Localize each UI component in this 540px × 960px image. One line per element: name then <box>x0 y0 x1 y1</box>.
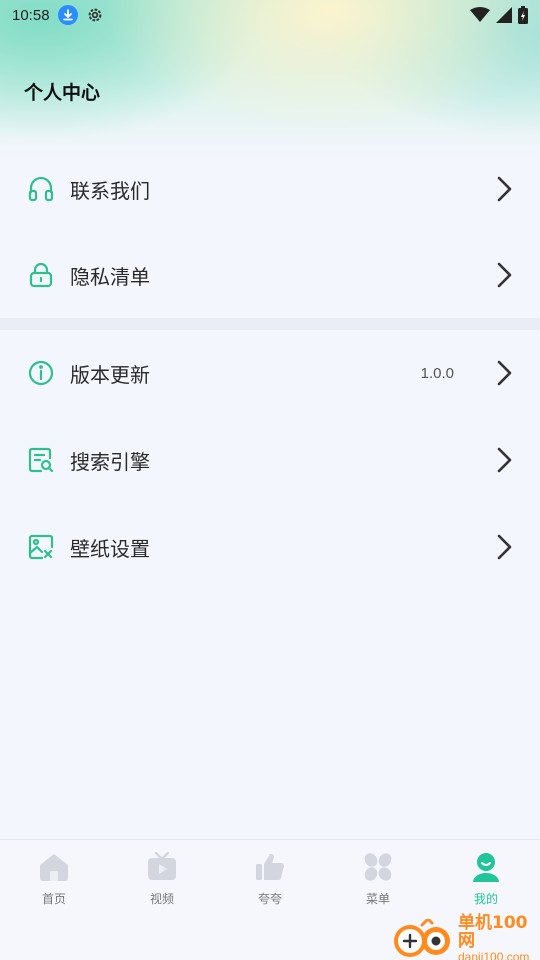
version-number: 1.0.0 <box>420 364 454 382</box>
tab-mine[interactable]: 我的 <box>432 850 540 920</box>
page-title: 个人中心 <box>24 82 101 104</box>
chevron-right-icon <box>497 176 512 202</box>
signal-icon <box>496 7 512 23</box>
tab-video-label: 视频 <box>149 892 174 906</box>
privacy-list-row[interactable]: 隐私清单 <box>0 232 540 318</box>
tab-video[interactable]: 视频 <box>108 850 216 920</box>
wifi-icon <box>470 7 490 22</box>
thumbs-up-icon <box>253 850 287 884</box>
status-time: 10:58 <box>12 6 50 24</box>
chevron-right-icon <box>497 360 512 386</box>
tab-home[interactable]: 首页 <box>0 850 108 920</box>
watermark-logo <box>392 916 456 959</box>
chevron-right-icon <box>497 262 512 288</box>
download-icon <box>57 5 78 25</box>
version-update-row[interactable]: 版本更新 1.0.0 <box>0 330 540 416</box>
lock-icon <box>26 260 56 290</box>
settings-group-app: 版本更新 1.0.0 搜索引擎 壁纸设置 <box>0 330 540 635</box>
privacy-list-label: 隐私清单 <box>70 264 150 289</box>
status-indicators <box>470 6 528 24</box>
section-divider <box>0 318 540 330</box>
document-search-icon <box>26 445 56 475</box>
watermark: 单机100网 danji100.com <box>392 914 540 960</box>
search-engine-label: 搜索引擎 <box>70 449 150 474</box>
tab-praise-label: 夸夸 <box>257 892 282 906</box>
watermark-brand: 单机100网 <box>458 913 528 951</box>
search-engine-row[interactable]: 搜索引擎 <box>0 417 540 503</box>
info-icon <box>26 358 56 388</box>
tab-menu-label: 菜单 <box>365 892 390 906</box>
home-icon <box>37 850 71 884</box>
version-update-label: 版本更新 <box>70 362 150 387</box>
wallpaper-settings-label: 壁纸设置 <box>70 536 150 561</box>
tv-icon <box>145 850 179 884</box>
tab-praise[interactable]: 夸夸 <box>216 850 324 920</box>
chevron-right-icon <box>497 447 512 473</box>
status-bar: 10:58 <box>0 0 540 30</box>
contact-us-label: 联系我们 <box>70 178 150 203</box>
chevron-right-icon <box>497 534 512 560</box>
settings-icon <box>88 8 101 22</box>
headset-icon <box>26 174 56 204</box>
watermark-domain: danji100.com <box>458 950 530 960</box>
wallpaper-icon <box>26 532 56 562</box>
tab-home-label: 首页 <box>41 892 66 906</box>
tab-menu[interactable]: 菜单 <box>324 850 432 920</box>
battery-icon <box>518 6 528 24</box>
tab-mine-label: 我的 <box>473 892 498 906</box>
wallpaper-settings-row[interactable]: 壁纸设置 <box>0 504 540 590</box>
menu-grid-icon <box>361 850 395 884</box>
contact-us-row[interactable]: 联系我们 <box>0 146 540 232</box>
user-icon <box>469 850 503 884</box>
settings-group-support: 联系我们 隐私清单 <box>0 146 540 318</box>
